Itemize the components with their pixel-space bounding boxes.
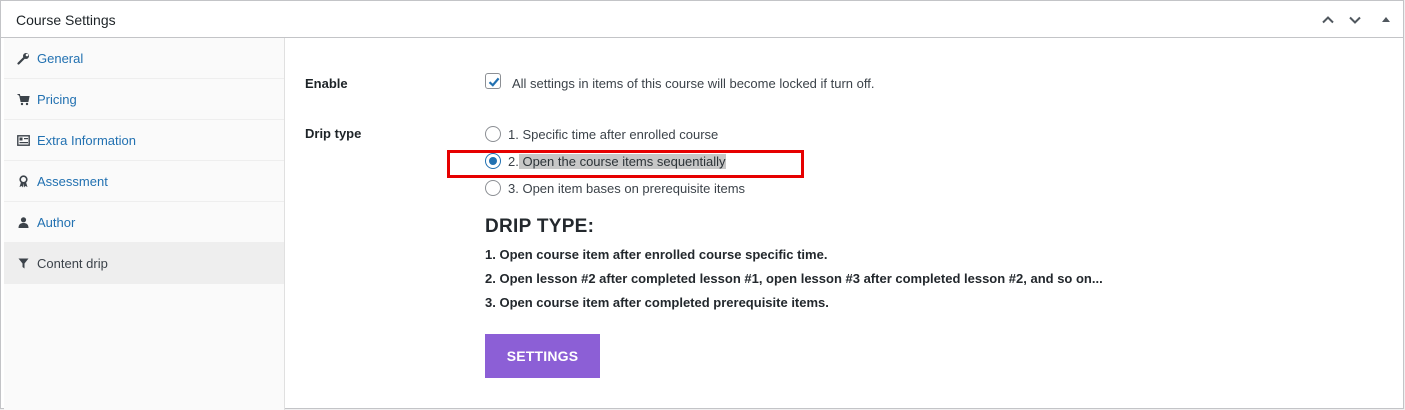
drip-type-option-2[interactable]: 2. Open the course items sequentially	[485, 153, 726, 169]
drip-type-heading: DRIP TYPE:	[485, 216, 595, 237]
sidebar-item-label: General	[37, 50, 84, 66]
drip-type-option-1[interactable]: 1. Specific time after enrolled course	[485, 126, 718, 142]
enable-label: Enable	[305, 76, 348, 91]
option-number: 3.	[508, 180, 519, 196]
move-up-icon[interactable]	[1319, 11, 1337, 29]
drip-type-description-2: 2. Open lesson #2 after completed lesson…	[485, 271, 1103, 286]
radio-label: 3. Open item bases on prerequisite items	[508, 181, 745, 196]
id-card-icon	[16, 133, 30, 147]
user-icon	[16, 215, 30, 229]
sidebar-item-pricing[interactable]: Pricing	[4, 79, 284, 120]
filter-icon	[16, 256, 30, 270]
collapse-toggle-icon[interactable]	[1377, 11, 1395, 29]
sidebar-item-assessment[interactable]: Assessment	[4, 161, 284, 202]
option-number: 1.	[508, 126, 519, 142]
radio-button[interactable]	[485, 180, 501, 196]
course-settings-panel: Course Settings General Pricing Extra In…	[0, 0, 1404, 410]
sidebar-item-label: Assessment	[37, 173, 108, 189]
enable-description: All settings in items of this course wil…	[512, 76, 875, 91]
drip-type-option-3[interactable]: 3. Open item bases on prerequisite items	[485, 180, 745, 196]
move-down-icon[interactable]	[1346, 11, 1364, 29]
radio-label: 1. Specific time after enrolled course	[508, 127, 718, 142]
cart-icon	[16, 92, 30, 106]
option-text: Open item bases on prerequisite items	[522, 180, 746, 196]
sidebar-item-label: Author	[37, 214, 76, 230]
radio-button[interactable]	[485, 126, 501, 142]
sidebar-item-content-drip[interactable]: Content drip	[4, 243, 284, 284]
panel-title: Course Settings	[16, 12, 116, 28]
sidebar-item-label: Pricing	[37, 91, 77, 107]
radio-label: 2. Open the course items sequentially	[508, 153, 726, 169]
sidebar-item-label: Extra Information	[37, 132, 136, 148]
content-drip-settings: Enable All settings in items of this cou…	[286, 39, 1403, 408]
drip-type-description-1: 1. Open course item after enrolled cours…	[485, 247, 828, 262]
option-text: Specific time after enrolled course	[522, 126, 719, 142]
settings-sidebar: General Pricing Extra Information Assess…	[4, 38, 285, 410]
sidebar-item-label: Content drip	[37, 255, 108, 271]
drip-type-label: Drip type	[305, 126, 362, 141]
option-text: Open the course items sequentially	[522, 153, 726, 169]
sidebar-item-author[interactable]: Author	[4, 202, 284, 243]
checkmark-icon	[488, 77, 500, 87]
wrench-icon	[16, 51, 30, 65]
drip-type-description-3: 3. Open course item after completed prer…	[485, 295, 829, 310]
sidebar-item-general[interactable]: General	[4, 38, 284, 79]
option-number: 2.	[508, 153, 519, 169]
sidebar-item-extra-information[interactable]: Extra Information	[4, 120, 284, 161]
radio-button[interactable]	[485, 153, 501, 169]
settings-button[interactable]: SETTINGS	[485, 334, 600, 378]
award-icon	[16, 174, 30, 188]
enable-checkbox[interactable]	[485, 73, 501, 89]
panel-header: Course Settings	[1, 1, 1403, 38]
